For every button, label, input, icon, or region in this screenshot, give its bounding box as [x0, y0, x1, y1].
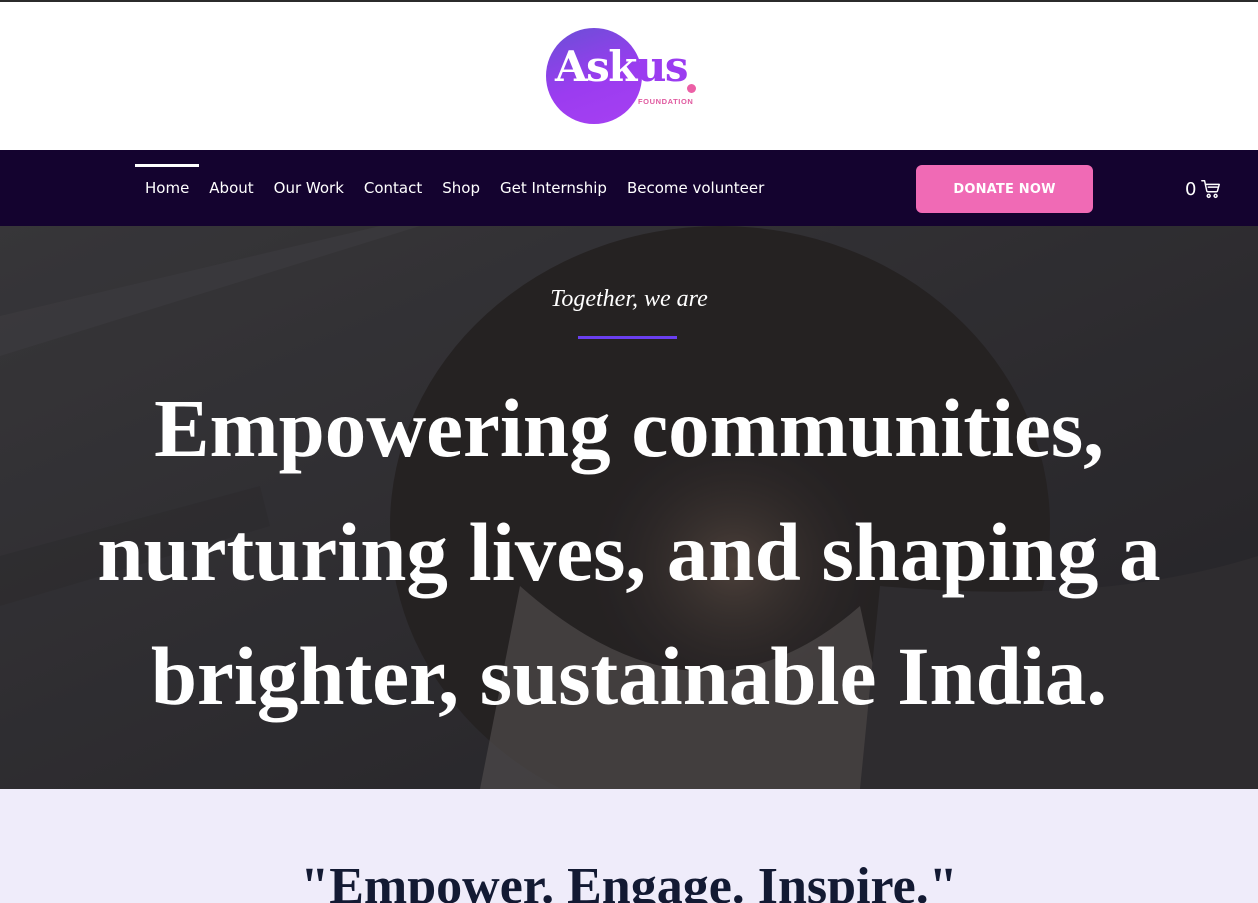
cart-count: 0	[1185, 178, 1197, 200]
logo-wordmark: Askus	[555, 42, 689, 91]
site-logo[interactable]: Askus FOUNDATION	[546, 28, 706, 128]
cart-button[interactable]: 0	[1185, 176, 1222, 202]
nav-item-get-internship[interactable]: Get Internship	[490, 150, 617, 226]
site-header: Askus FOUNDATION	[0, 2, 1258, 150]
hero-title: Empowering communities, nurturing lives,…	[97, 382, 1161, 722]
nav-list: Home About Our Work Contact Shop Get Int…	[135, 150, 774, 226]
nav-item-our-work[interactable]: Our Work	[264, 150, 354, 226]
nav-item-about[interactable]: About	[199, 150, 263, 226]
nav-item-become-volunteer[interactable]: Become volunteer	[617, 150, 774, 226]
main-navigation: Home About Our Work Contact Shop Get Int…	[0, 150, 1258, 226]
nav-item-home[interactable]: Home	[135, 150, 200, 226]
hero-kicker: Together, we are	[550, 286, 708, 312]
nav-item-contact[interactable]: Contact	[354, 150, 432, 226]
nav-item-shop[interactable]: Shop	[432, 150, 490, 226]
cart-icon	[1201, 180, 1221, 199]
donate-now-button[interactable]: DONATE NOW	[916, 165, 1093, 213]
kicker-underline	[578, 336, 677, 339]
logo-subtitle: FOUNDATION	[638, 97, 694, 106]
mission-title: "Empower. Engage. Inspire."	[300, 858, 958, 903]
logo-dot	[687, 84, 696, 93]
hero-section: Together, we are Empowering communities,…	[0, 226, 1258, 789]
mission-section: "Empower. Engage. Inspire."	[0, 789, 1258, 903]
